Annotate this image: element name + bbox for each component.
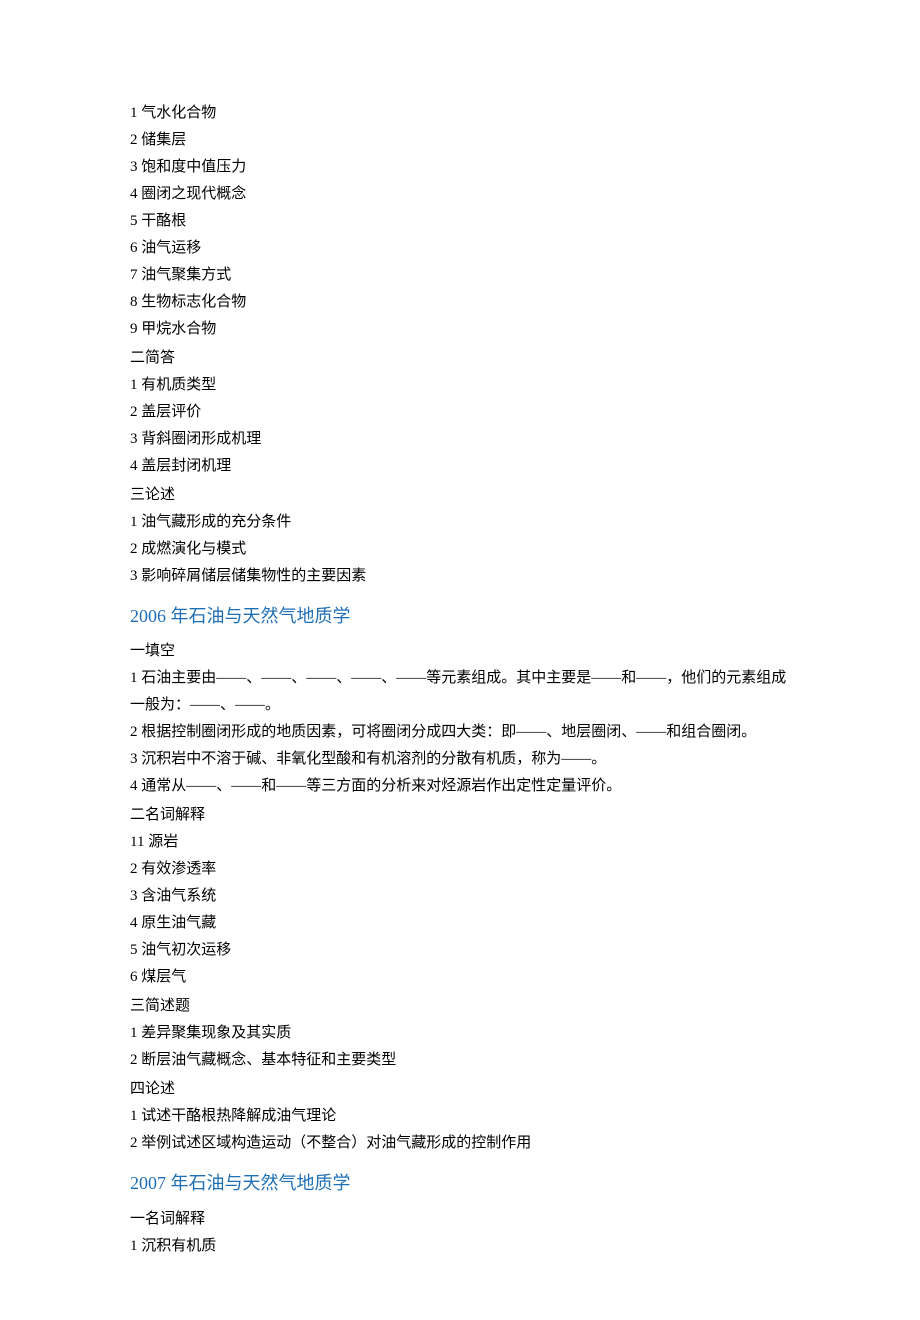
subheading: 三简述题 — [130, 993, 790, 1020]
list-item: 5 干酪根 — [130, 208, 790, 235]
document-page: 1 气水化合物 2 储集层 3 饱和度中值压力 4 圈闭之现代概念 5 干酪根 … — [0, 0, 920, 1320]
list-item: 4 通常从——、——和——等三方面的分析来对烃源岩作出定性定量评价。 — [130, 773, 790, 800]
list-item: 3 背斜圈闭形成机理 — [130, 426, 790, 453]
list-item: 4 盖层封闭机理 — [130, 453, 790, 480]
list-item: 1 气水化合物 — [130, 100, 790, 127]
list-item: 2 成燃演化与模式 — [130, 536, 790, 563]
list-item: 9 甲烷水合物 — [130, 316, 790, 343]
list-item: 7 油气聚集方式 — [130, 262, 790, 289]
list-item: 2 举例试述区域构造运动（不整合）对油气藏形成的控制作用 — [130, 1130, 790, 1157]
list-item: 1 差异聚集现象及其实质 — [130, 1020, 790, 1047]
list-item: 11 源岩 — [130, 829, 790, 856]
list-item: 3 饱和度中值压力 — [130, 154, 790, 181]
list-item: 3 含油气系统 — [130, 883, 790, 910]
list-item: 6 煤层气 — [130, 964, 790, 991]
heading-2007: 2007 年石油与天然气地质学 — [130, 1167, 790, 1199]
subheading: 二简答 — [130, 345, 790, 372]
subheading: 三论述 — [130, 482, 790, 509]
heading-2006: 2006 年石油与天然气地质学 — [130, 600, 790, 632]
list-item: 1 石油主要由——、——、——、——、——等元素组成。其中主要是——和——，他们… — [130, 665, 790, 719]
list-item: 5 油气初次运移 — [130, 937, 790, 964]
list-item: 1 沉积有机质 — [130, 1233, 790, 1260]
subheading: 二名词解释 — [130, 802, 790, 829]
subheading: 一填空 — [130, 638, 790, 665]
list-item: 8 生物标志化合物 — [130, 289, 790, 316]
list-item: 1 试述干酪根热降解成油气理论 — [130, 1103, 790, 1130]
list-item: 2 有效渗透率 — [130, 856, 790, 883]
list-item: 2 储集层 — [130, 127, 790, 154]
list-item: 6 油气运移 — [130, 235, 790, 262]
subheading: 四论述 — [130, 1076, 790, 1103]
list-item: 4 原生油气藏 — [130, 910, 790, 937]
list-item: 2 断层油气藏概念、基本特征和主要类型 — [130, 1047, 790, 1074]
subheading: 一名词解释 — [130, 1206, 790, 1233]
block-1: 1 气水化合物 2 储集层 3 饱和度中值压力 4 圈闭之现代概念 5 干酪根 … — [130, 100, 790, 590]
list-item: 2 盖层评价 — [130, 399, 790, 426]
block-3: 一名词解释 1 沉积有机质 — [130, 1206, 790, 1260]
block-2: 一填空 1 石油主要由——、——、——、——、——等元素组成。其中主要是——和—… — [130, 638, 790, 1157]
list-item: 3 沉积岩中不溶于碱、非氧化型酸和有机溶剂的分散有机质，称为——。 — [130, 746, 790, 773]
list-item: 1 有机质类型 — [130, 372, 790, 399]
list-item: 3 影响碎屑储层储集物性的主要因素 — [130, 563, 790, 590]
list-item: 4 圈闭之现代概念 — [130, 181, 790, 208]
list-item: 1 油气藏形成的充分条件 — [130, 509, 790, 536]
list-item: 2 根据控制圈闭形成的地质因素，可将圈闭分成四大类：即——、地层圈闭、——和组合… — [130, 719, 790, 746]
